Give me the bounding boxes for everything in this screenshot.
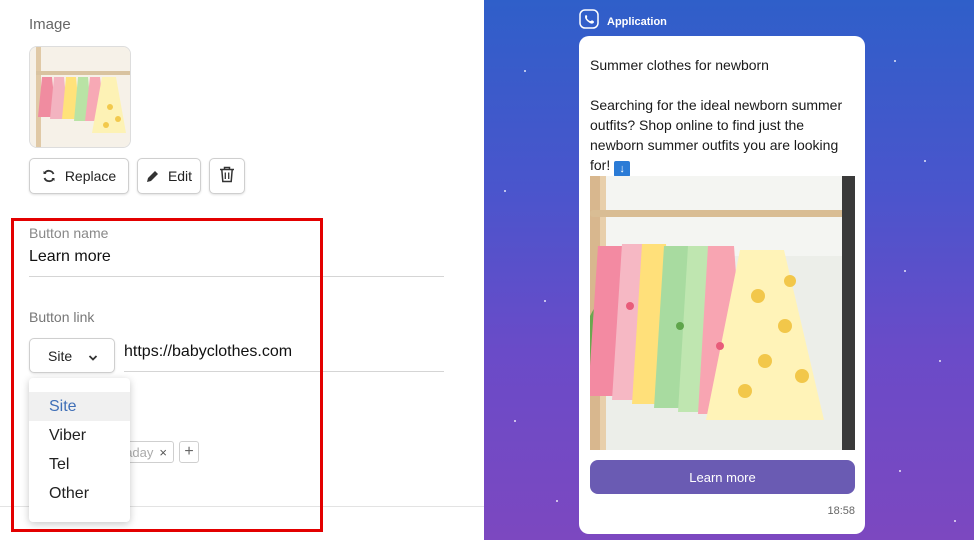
app-name: Application — [607, 15, 667, 28]
star-dot — [524, 70, 526, 72]
baby-dresses-photo — [590, 176, 855, 450]
button-name-label: Button name — [29, 225, 109, 241]
trash-icon — [219, 166, 235, 186]
image-label: Image — [29, 16, 71, 33]
message-text: Summer clothes for newborn Searching for… — [590, 55, 858, 177]
dropdown-option-other[interactable]: Other — [29, 479, 130, 508]
viber-icon — [579, 9, 599, 34]
message-image — [590, 176, 855, 450]
button-link-url-input[interactable]: https://babyclothes.com — [124, 343, 292, 361]
add-tag-button[interactable]: + — [179, 441, 199, 463]
star-dot — [514, 420, 516, 422]
edit-button[interactable]: Edit — [137, 158, 201, 194]
star-dot — [899, 470, 901, 472]
star-dot — [954, 520, 956, 522]
message-title: Summer clothes for newborn — [590, 57, 769, 73]
dropdown-option-site[interactable]: Site — [29, 392, 130, 421]
dropdown-option-tel[interactable]: Tel — [29, 450, 130, 479]
star-dot — [544, 300, 546, 302]
button-link-underline — [124, 371, 444, 372]
pencil-icon — [146, 170, 159, 183]
message-editor-panel: Image Replace Edit Button name Learn mor… — [0, 0, 484, 540]
message-body-wrap: Searching for the ideal newborn summer o… — [590, 95, 858, 177]
link-type-select[interactable]: Site — [29, 338, 115, 373]
tag-remove-icon[interactable]: × — [159, 445, 167, 460]
button-name-underline — [29, 276, 444, 277]
button-name-input[interactable]: Learn more — [29, 248, 111, 266]
edit-button-label: Edit — [167, 168, 193, 184]
message-preview-panel: Application Summer clothes for newborn S… — [484, 0, 974, 540]
replace-button-label: Replace — [64, 168, 117, 184]
button-link-label: Button link — [29, 309, 95, 325]
star-dot — [924, 160, 926, 162]
app-header: Application — [579, 9, 667, 34]
image-thumbnail[interactable] — [29, 46, 131, 148]
star-dot — [894, 60, 896, 62]
arrow-down-emoji-icon: ↓ — [614, 161, 631, 177]
link-type-dropdown: Site Viber Tel Other — [29, 378, 130, 522]
refresh-icon — [42, 169, 56, 183]
star-dot — [939, 360, 941, 362]
learn-more-cta-button[interactable]: Learn more — [590, 460, 855, 494]
delete-image-button[interactable] — [209, 158, 245, 194]
replace-button[interactable]: Replace — [29, 158, 129, 194]
star-dot — [556, 500, 558, 502]
link-type-selected-value: Site — [48, 347, 73, 364]
chevron-down-icon — [88, 350, 98, 366]
star-dot — [504, 190, 506, 192]
message-timestamp: 18:58 — [827, 505, 855, 517]
message-card: Summer clothes for newborn Searching for… — [579, 36, 865, 534]
clothes-thumbnail-image — [30, 47, 130, 147]
star-dot — [904, 270, 906, 272]
dropdown-option-viber[interactable]: Viber — [29, 421, 130, 450]
